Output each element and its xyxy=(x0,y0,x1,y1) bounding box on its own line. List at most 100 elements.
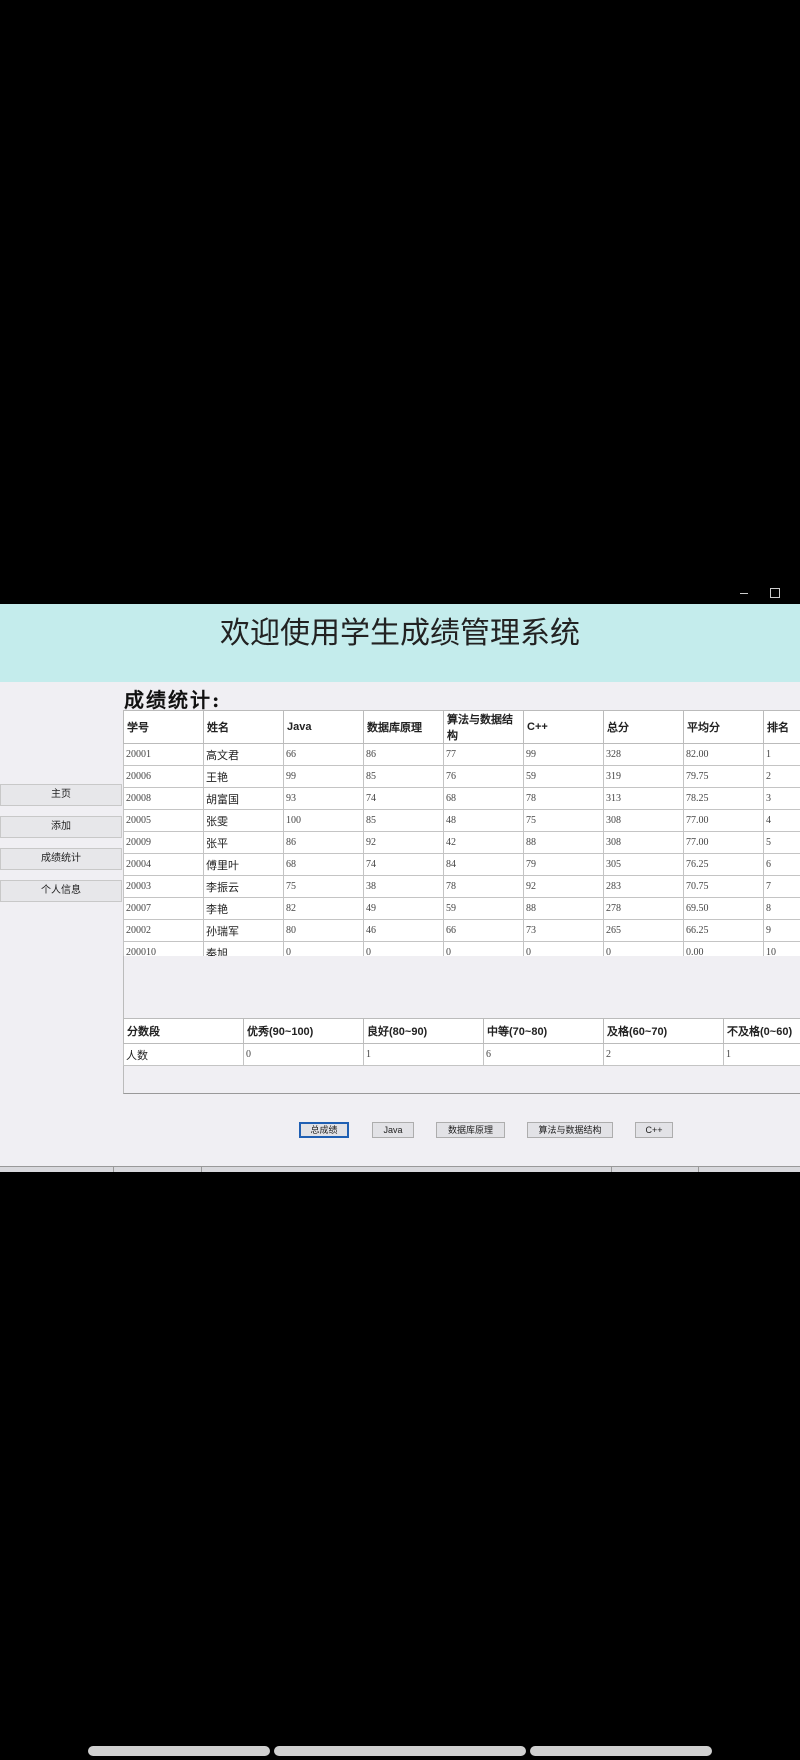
table-cell[interactable]: 78.25 xyxy=(683,787,764,810)
table-cell[interactable]: 75 xyxy=(283,875,364,898)
table-cell[interactable]: 0 xyxy=(243,1043,364,1066)
column-header[interactable]: 平均分 xyxy=(683,710,764,744)
table-cell[interactable]: 82 xyxy=(283,897,364,920)
table-row[interactable]: 20001 高文君 66 86 77 99 328 82.00 1 xyxy=(123,743,800,766)
table-cell[interactable]: 74 xyxy=(363,787,444,810)
table-cell[interactable]: 84 xyxy=(443,853,524,876)
table-cell[interactable]: 78 xyxy=(443,875,524,898)
table-row[interactable]: 20008 胡富国 93 74 68 78 313 78.25 3 xyxy=(123,787,800,810)
table-cell[interactable]: 69.50 xyxy=(683,897,764,920)
table-cell[interactable]: 5 xyxy=(763,831,800,854)
table-cell[interactable]: 70.75 xyxy=(683,875,764,898)
column-header[interactable]: 算法与数据结构 xyxy=(443,710,524,744)
column-header[interactable]: 优秀(90~100) xyxy=(243,1018,364,1044)
table-cell[interactable]: 20008 xyxy=(123,787,204,810)
table-row[interactable]: 20009 张平 86 92 42 88 308 77.00 5 xyxy=(123,831,800,854)
column-header[interactable]: 姓名 xyxy=(203,710,284,744)
table-cell[interactable]: 高文君 xyxy=(203,743,284,766)
table-row[interactable]: 20003 李振云 75 38 78 92 283 70.75 7 xyxy=(123,875,800,898)
table-cell[interactable]: 49 xyxy=(363,897,444,920)
table-cell[interactable]: 20004 xyxy=(123,853,204,876)
table-cell[interactable]: 76.25 xyxy=(683,853,764,876)
table-cell[interactable]: 265 xyxy=(603,919,684,942)
table-cell[interactable]: 79 xyxy=(523,853,604,876)
table-cell[interactable]: 20002 xyxy=(123,919,204,942)
column-header[interactable]: C++ xyxy=(523,710,604,744)
table-cell[interactable]: 20009 xyxy=(123,831,204,854)
table-row[interactable]: 20007 李艳 82 49 59 88 278 69.50 8 xyxy=(123,897,800,920)
table-cell[interactable]: 1 xyxy=(763,743,800,766)
tab-java[interactable]: Java xyxy=(372,1122,414,1138)
table-cell[interactable]: 7 xyxy=(763,875,800,898)
table-row[interactable]: 20004 傅里叶 68 74 84 79 305 76.25 6 xyxy=(123,853,800,876)
column-header[interactable]: 总分 xyxy=(603,710,684,744)
table-cell[interactable]: 6 xyxy=(483,1043,604,1066)
table-cell[interactable]: 46 xyxy=(363,919,444,942)
table-cell[interactable]: 20007 xyxy=(123,897,204,920)
table-cell[interactable]: 88 xyxy=(523,831,604,854)
table-cell[interactable]: 328 xyxy=(603,743,684,766)
table-cell[interactable]: 86 xyxy=(283,831,364,854)
table-cell[interactable]: 99 xyxy=(523,743,604,766)
table-cell[interactable]: 77.00 xyxy=(683,831,764,854)
column-header[interactable]: 不及格(0~60) xyxy=(723,1018,800,1044)
table-cell[interactable]: 308 xyxy=(603,809,684,832)
table-cell[interactable]: 2 xyxy=(763,765,800,788)
table-cell[interactable]: 74 xyxy=(363,853,444,876)
table-cell[interactable]: 2 xyxy=(603,1043,724,1066)
table-cell[interactable]: 3 xyxy=(763,787,800,810)
table-cell[interactable]: 张平 xyxy=(203,831,284,854)
table-cell[interactable]: 76 xyxy=(443,765,524,788)
table-cell[interactable]: 79.75 xyxy=(683,765,764,788)
table-cell[interactable]: 99 xyxy=(283,765,364,788)
table-cell[interactable]: 9 xyxy=(763,919,800,942)
sidebar-item-profile[interactable]: 个人信息 xyxy=(0,880,122,902)
table-cell[interactable]: 48 xyxy=(443,809,524,832)
column-header[interactable]: 排名 xyxy=(763,710,800,744)
table-cell[interactable]: 85 xyxy=(363,809,444,832)
table-row[interactable]: 20005 张雯 100 85 48 75 308 77.00 4 xyxy=(123,809,800,832)
table-cell[interactable]: 68 xyxy=(283,853,364,876)
table-cell[interactable]: 李艳 xyxy=(203,897,284,920)
table-cell[interactable]: 42 xyxy=(443,831,524,854)
table-cell[interactable]: 278 xyxy=(603,897,684,920)
column-header[interactable]: 分数段 xyxy=(123,1018,244,1044)
table-cell[interactable]: 92 xyxy=(363,831,444,854)
table-cell[interactable]: 313 xyxy=(603,787,684,810)
table-cell[interactable]: 78 xyxy=(523,787,604,810)
table-cell[interactable]: 80 xyxy=(283,919,364,942)
table-row[interactable]: 20006 王艳 99 85 76 59 319 79.75 2 xyxy=(123,765,800,788)
tab-total[interactable]: 总成绩 xyxy=(299,1122,349,1138)
table-cell[interactable]: 王艳 xyxy=(203,765,284,788)
column-header[interactable]: 中等(70~80) xyxy=(483,1018,604,1044)
table-cell[interactable]: 1 xyxy=(723,1043,800,1066)
table-cell[interactable]: 319 xyxy=(603,765,684,788)
column-header[interactable]: 良好(80~90) xyxy=(363,1018,484,1044)
table-cell[interactable]: 77.00 xyxy=(683,809,764,832)
table-cell[interactable]: 77 xyxy=(443,743,524,766)
table-row[interactable]: 人数 0 1 6 2 1 xyxy=(123,1043,800,1066)
table-cell[interactable]: 68 xyxy=(443,787,524,810)
table-cell[interactable]: 82.00 xyxy=(683,743,764,766)
table-cell[interactable]: 张雯 xyxy=(203,809,284,832)
table-cell[interactable]: 20001 xyxy=(123,743,204,766)
table-cell[interactable]: 93 xyxy=(283,787,364,810)
table-cell[interactable]: 1 xyxy=(363,1043,484,1066)
table-cell[interactable]: 李振云 xyxy=(203,875,284,898)
table-cell[interactable]: 308 xyxy=(603,831,684,854)
tab-cpp[interactable]: C++ xyxy=(635,1122,673,1138)
table-cell[interactable]: 92 xyxy=(523,875,604,898)
table-cell[interactable]: 66 xyxy=(283,743,364,766)
table-cell[interactable]: 305 xyxy=(603,853,684,876)
column-header[interactable]: 数据库原理 xyxy=(363,710,444,744)
table-cell[interactable]: 孙瑞军 xyxy=(203,919,284,942)
table-cell[interactable]: 73 xyxy=(523,919,604,942)
table-cell[interactable]: 283 xyxy=(603,875,684,898)
table-cell[interactable]: 100 xyxy=(283,809,364,832)
table-cell[interactable]: 胡富国 xyxy=(203,787,284,810)
table-cell[interactable]: 人数 xyxy=(123,1043,244,1066)
table-cell[interactable]: 66 xyxy=(443,919,524,942)
minimize-icon[interactable] xyxy=(740,593,748,594)
column-header[interactable]: 及格(60~70) xyxy=(603,1018,724,1044)
table-cell[interactable]: 85 xyxy=(363,765,444,788)
